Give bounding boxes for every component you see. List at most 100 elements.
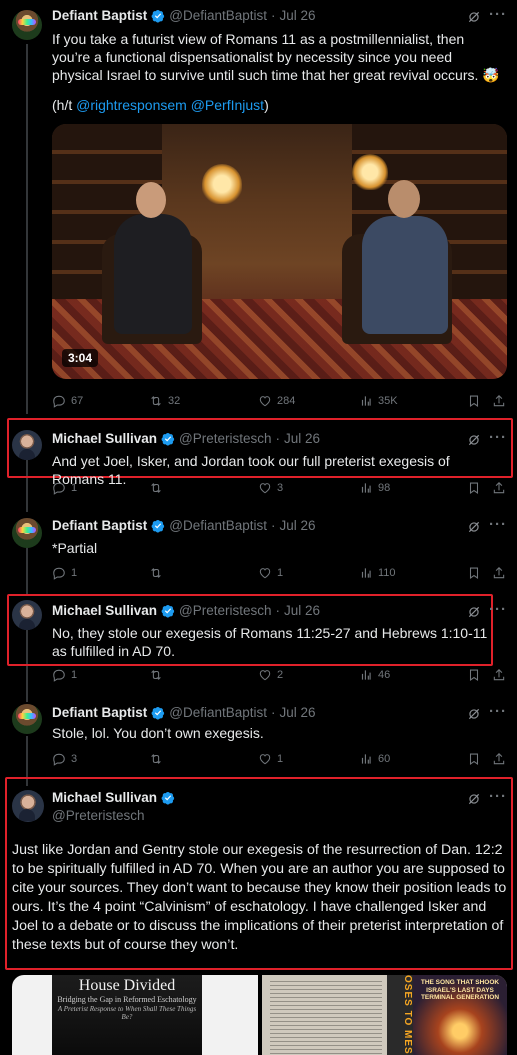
book-title: House Divided: [78, 977, 176, 994]
like-button[interactable]: 3: [258, 481, 283, 495]
grok-icon[interactable]: [467, 605, 481, 619]
handle[interactable]: @Preteristesch: [179, 431, 271, 446]
reply-button[interactable]: 3: [52, 752, 77, 766]
person-right: [362, 216, 448, 334]
tweet[interactable]: Michael Sullivan @Preteristesch · Jul 26…: [0, 420, 517, 512]
display-name[interactable]: Defiant Baptist: [52, 518, 147, 533]
tweet[interactable]: Defiant Baptist @DefiantBaptist · Jul 26…: [0, 0, 517, 420]
views-button[interactable]: 60: [359, 752, 390, 766]
grok-icon[interactable]: [467, 10, 481, 24]
repost-button[interactable]: [149, 752, 168, 766]
repost-icon: [149, 394, 163, 408]
like-button[interactable]: 1: [258, 752, 283, 766]
more-options-icon[interactable]: ···: [489, 6, 507, 23]
tweet[interactable]: Michael Sullivan @Preteristesch · Jul 26…: [0, 594, 517, 694]
book-cover: House Divided Bridging the Gap in Reform…: [52, 975, 202, 1055]
repost-count: 32: [168, 395, 181, 407]
display-name[interactable]: Michael Sullivan: [52, 431, 157, 446]
attached-image[interactable]: OSES TO MES THE SONG THAT SHOOK ISRAEL'S…: [262, 975, 507, 1055]
share-button[interactable]: [492, 752, 511, 766]
share-icon: [492, 752, 506, 766]
timestamp[interactable]: Jul 26: [284, 431, 320, 446]
tweet-header: Michael Sullivan: [52, 790, 179, 805]
hat-tip-line: (h/t @rightresponsem @PerfInjust): [52, 96, 505, 114]
video-player[interactable]: 3:04: [52, 124, 507, 379]
avatar[interactable]: [12, 430, 42, 460]
like-count: 3: [277, 482, 284, 494]
grok-icon[interactable]: [467, 792, 481, 806]
tweet[interactable]: Defiant Baptist @DefiantBaptist · Jul 26…: [0, 508, 517, 590]
analytics-icon: [359, 566, 373, 580]
reply-button[interactable]: 1: [52, 566, 77, 580]
more-options-icon[interactable]: ···: [489, 429, 507, 446]
like-button[interactable]: 284: [258, 394, 295, 408]
more-options-icon[interactable]: ···: [489, 788, 507, 805]
mention-link[interactable]: @rightresponsem: [76, 97, 187, 113]
analytics-icon: [359, 481, 373, 495]
handle[interactable]: @DefiantBaptist: [169, 705, 267, 720]
handle[interactable]: @DefiantBaptist: [169, 518, 267, 533]
more-options-icon[interactable]: ···: [489, 516, 507, 533]
share-icon: [492, 481, 506, 495]
avatar[interactable]: [12, 600, 42, 630]
hat-tip-suffix: ): [264, 97, 269, 113]
display-name[interactable]: Michael Sullivan: [52, 603, 157, 618]
verified-badge-icon: [151, 519, 165, 533]
timestamp[interactable]: Jul 26: [280, 518, 316, 533]
avatar[interactable]: [12, 518, 42, 548]
tweet-text: Just like Jordan and Gentry stole our ex…: [12, 842, 507, 953]
avatar[interactable]: [12, 790, 44, 822]
tweet-text: *Partial: [52, 540, 98, 556]
bookmark-icon: [467, 394, 481, 408]
views-button[interactable]: 46: [359, 668, 390, 682]
handle[interactable]: @Preteristesch: [52, 808, 144, 823]
attached-image[interactable]: House Divided Bridging the Gap in Reform…: [12, 975, 258, 1055]
share-button[interactable]: [492, 566, 511, 580]
handle[interactable]: @DefiantBaptist: [169, 8, 267, 23]
grok-icon[interactable]: [467, 433, 481, 447]
bookmark-button[interactable]: [467, 566, 486, 580]
separator-dot: ·: [275, 431, 281, 446]
reply-button[interactable]: 1: [52, 481, 77, 495]
display-name[interactable]: Defiant Baptist: [52, 705, 147, 720]
repost-button[interactable]: 32: [149, 394, 180, 408]
share-button[interactable]: [492, 481, 511, 495]
repost-button[interactable]: [149, 481, 168, 495]
like-button[interactable]: 1: [258, 566, 283, 580]
display-name[interactable]: Defiant Baptist: [52, 8, 147, 23]
bookmark-button[interactable]: [467, 668, 486, 682]
grok-icon[interactable]: [467, 707, 481, 721]
repost-icon: [149, 668, 163, 682]
timestamp[interactable]: Jul 26: [284, 603, 320, 618]
share-button[interactable]: [492, 394, 511, 408]
views-button[interactable]: 110: [359, 566, 396, 580]
like-button[interactable]: 2: [258, 668, 283, 682]
bookmark-button[interactable]: [467, 394, 486, 408]
bookmark-icon: [467, 668, 481, 682]
reply-button[interactable]: 1: [52, 668, 77, 682]
avatar[interactable]: [12, 704, 42, 734]
bookmark-button[interactable]: [467, 481, 486, 495]
focused-tweet[interactable]: Michael Sullivan @Preteristesch ··· Just…: [0, 780, 517, 970]
repost-button[interactable]: [149, 566, 168, 580]
repost-button[interactable]: [149, 668, 168, 682]
views-button[interactable]: 35K: [359, 394, 398, 408]
timestamp[interactable]: Jul 26: [280, 8, 316, 23]
display-name[interactable]: Michael Sullivan: [52, 790, 157, 805]
mention-link[interactable]: @PerfInjust: [191, 97, 264, 113]
person-left: [114, 214, 192, 334]
more-options-icon[interactable]: ···: [489, 601, 507, 618]
more-options-icon[interactable]: ···: [489, 703, 507, 720]
share-button[interactable]: [492, 668, 511, 682]
timestamp[interactable]: Jul 26: [280, 705, 316, 720]
views-button[interactable]: 98: [359, 481, 390, 495]
verified-badge-icon: [161, 791, 175, 805]
handle[interactable]: @Preteristesch: [179, 603, 271, 618]
tweet[interactable]: Defiant Baptist @DefiantBaptist · Jul 26…: [0, 700, 517, 782]
reply-button[interactable]: 67: [52, 394, 83, 408]
avatar[interactable]: [12, 10, 42, 40]
bookmark-button[interactable]: [467, 752, 486, 766]
like-count: 284: [277, 395, 296, 407]
separator-dot: ·: [271, 8, 276, 23]
grok-icon[interactable]: [467, 520, 481, 534]
